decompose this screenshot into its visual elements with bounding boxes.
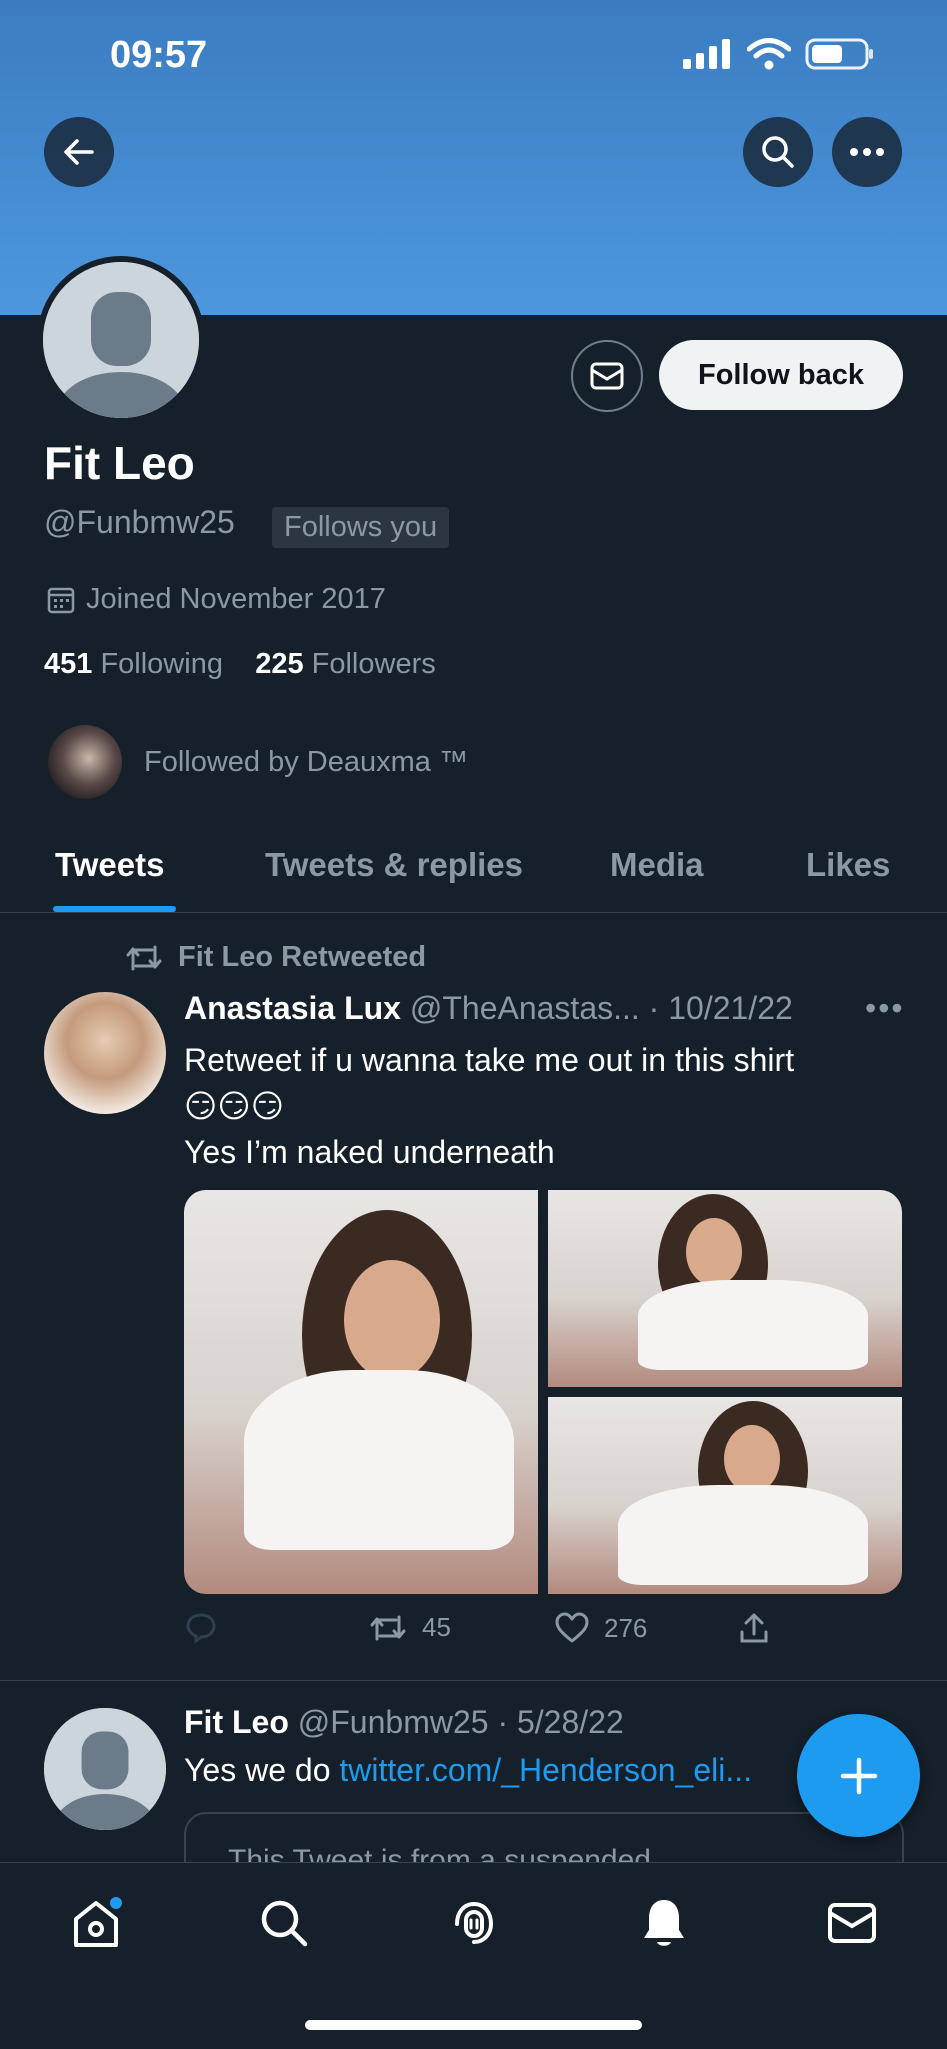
tweet-date: · 5/28/22	[497, 1704, 624, 1740]
tweet-date: · 10/21/22	[648, 990, 793, 1026]
tweet-header: Anastasia Lux @TheAnastas... · 10/21/22	[184, 990, 793, 1027]
default-avatar-icon	[44, 1708, 166, 1830]
joined-text: Joined November 2017	[86, 583, 386, 615]
wifi-icon	[747, 38, 791, 70]
following-link[interactable]: 451 Following	[44, 648, 223, 680]
bottom-navigation	[0, 1862, 947, 2049]
tweet-emoji: 😏😏😏	[184, 1088, 285, 1124]
tweet-link[interactable]: twitter.com/_Henderson_eli...	[339, 1752, 752, 1788]
retweet-count: 45	[422, 1612, 451, 1642]
tweet-text-line2: Yes I’m naked underneath	[184, 1134, 555, 1170]
mail-icon	[828, 1903, 876, 1943]
status-icons	[683, 38, 875, 70]
calendar-icon	[47, 587, 75, 613]
tab-tweets[interactable]: Tweets	[55, 846, 164, 884]
like-count: 276	[604, 1612, 648, 1643]
home-indicator	[305, 2020, 642, 2030]
home-icon	[74, 1897, 122, 1947]
profile-tabs: Tweets Tweets & replies Media Likes	[0, 838, 947, 913]
search-icon	[261, 1900, 308, 1947]
tab-tweets-replies[interactable]: Tweets & replies	[265, 846, 523, 884]
retweet-button[interactable]: 45	[368, 1612, 451, 1643]
tweet-author-handle[interactable]: @TheAnastas...	[410, 990, 640, 1026]
profile-handle: @Funbmw25	[44, 504, 235, 540]
retweet-icon	[370, 1615, 406, 1640]
tab-likes[interactable]: Likes	[806, 846, 890, 884]
reply-icon	[186, 1613, 216, 1644]
more-horizontal-icon	[850, 148, 884, 156]
back-button[interactable]	[44, 117, 114, 187]
bell-icon	[644, 1900, 684, 1946]
tweet-author-handle[interactable]: @Funbmw25	[298, 1704, 489, 1740]
nav-search[interactable]	[254, 1893, 314, 1953]
more-options-button[interactable]	[832, 117, 902, 187]
followers-count: 225	[255, 648, 304, 680]
retweet-context: Fit Leo Retweeted	[124, 941, 426, 974]
active-tab-indicator	[53, 906, 176, 912]
followers-label: Followers	[311, 648, 436, 680]
nav-home[interactable]	[66, 1893, 126, 1953]
retweeted-by-text: Fit Leo Retweeted	[178, 941, 427, 973]
like-button[interactable]: 276	[554, 1612, 647, 1644]
search-button[interactable]	[743, 117, 813, 187]
arrow-left-icon	[64, 139, 94, 165]
retweet-icon	[126, 945, 162, 970]
tweet-photo-1[interactable]	[184, 1190, 538, 1594]
status-time: 09:57	[110, 34, 208, 76]
follows-you-badge: Follows you	[272, 507, 450, 548]
mail-icon	[590, 362, 624, 390]
tweet-author-name[interactable]: Anastasia Lux	[184, 990, 401, 1026]
nav-spaces[interactable]	[444, 1893, 504, 1953]
following-count: 451	[44, 648, 93, 680]
joined-date: Joined November 2017	[46, 583, 386, 616]
tweet-text-line1: Retweet if u wanna take me out in this s…	[184, 1042, 795, 1078]
tweet-more-button[interactable]: •••	[865, 990, 905, 1027]
share-icon	[740, 1613, 768, 1643]
tab-media[interactable]: Media	[610, 846, 704, 884]
share-button[interactable]	[738, 1612, 770, 1644]
tweet-author-name[interactable]: Fit Leo	[184, 1704, 289, 1740]
battery-icon	[805, 38, 873, 70]
tweet-media-grid[interactable]	[184, 1190, 902, 1594]
tweet-text: Yes we do twitter.com/_Henderson_eli...	[184, 1752, 752, 1789]
tweet-divider	[0, 1680, 947, 1681]
followers-link[interactable]: 225 Followers	[255, 648, 436, 680]
follow-back-button[interactable]: Follow back	[659, 340, 903, 410]
followed-by-text: Followed by Deauxma ™	[144, 745, 468, 778]
followed-by-row[interactable]: Followed by Deauxma ™	[48, 725, 468, 799]
tweet-text-body: Yes we do	[184, 1752, 340, 1788]
profile-name: Fit Leo	[44, 437, 195, 489]
following-label: Following	[100, 648, 223, 680]
nav-messages[interactable]	[822, 1893, 882, 1953]
tweet-photo-3[interactable]	[548, 1397, 902, 1594]
spaces-microphone-icon	[455, 1901, 494, 1944]
signal-icon	[683, 39, 730, 69]
tweet-actions: 45 276	[184, 1612, 902, 1652]
heart-icon	[555, 1612, 589, 1643]
tweet-text: Retweet if u wanna take me out in this s…	[184, 1037, 904, 1175]
follower-avatar	[48, 725, 122, 799]
follow-counts: 451 Following 225 Followers	[44, 648, 436, 681]
compose-tweet-button[interactable]	[797, 1714, 920, 1837]
default-avatar-icon	[43, 262, 199, 418]
message-button[interactable]	[571, 340, 643, 412]
reply-button[interactable]	[184, 1612, 218, 1644]
search-icon	[762, 136, 794, 168]
profile-avatar[interactable]	[37, 256, 205, 424]
tweet-author-avatar[interactable]	[44, 992, 166, 1114]
nav-notifications[interactable]	[634, 1893, 694, 1953]
tweet-photo-2[interactable]	[548, 1190, 902, 1387]
plus-icon	[840, 1757, 877, 1794]
tweet-header: Fit Leo @Funbmw25 · 5/28/22	[184, 1704, 624, 1741]
tweet-author-avatar[interactable]	[44, 1708, 166, 1830]
